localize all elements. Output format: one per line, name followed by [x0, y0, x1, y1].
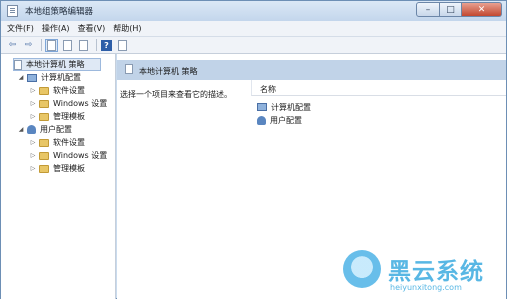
back-button[interactable]: ⇦: [6, 39, 19, 52]
toolbar-separator: [96, 39, 97, 51]
folder-icon: [39, 112, 49, 121]
expand-arrow-icon[interactable]: ▷: [29, 139, 37, 146]
tree-item-label: 计算机配置: [41, 73, 81, 82]
user-icon: [27, 125, 36, 134]
maximize-icon: □: [446, 4, 455, 15]
list-item-user-config[interactable]: 用户配置: [257, 114, 302, 126]
properties-button[interactable]: [61, 39, 74, 52]
collapse-arrow-icon[interactable]: ◢: [17, 126, 25, 133]
menu-action[interactable]: 操作(A): [42, 23, 70, 34]
toolbar-separator: [41, 39, 42, 51]
filter-icon: [118, 39, 127, 51]
maximize-button[interactable]: □: [440, 2, 462, 17]
description-text: 选择一个项目来查看它的描述。: [120, 90, 232, 99]
tree-item-admin-templates[interactable]: ▷ 管理模板: [29, 110, 85, 123]
properties-icon: [63, 39, 72, 51]
tree-item-local-policy[interactable]: 本地计算机 策略: [13, 58, 101, 71]
help-icon: ?: [101, 39, 112, 51]
console-tree: 本地计算机 策略 ◢ 计算机配置 ▷ 软件设置 ▷ Windows 设置 ▷ 管…: [1, 54, 116, 299]
window-title: 本地组策略编辑器: [25, 7, 94, 17]
toolbar: ⇦ ⇨ ?: [1, 37, 506, 54]
list-column-header: 名称: [251, 80, 506, 96]
close-icon: ✕: [477, 4, 486, 15]
details-title: 本地计算机 策略: [139, 67, 198, 76]
watermark-url: heiyunxitong.com: [390, 283, 462, 292]
user-icon: [257, 115, 266, 125]
tree-item-label: Windows 设置: [53, 151, 108, 160]
show-hide-tree-button[interactable]: [45, 38, 58, 52]
menu-help[interactable]: 帮助(H): [113, 23, 141, 34]
menu-bar: 文件(F) 操作(A) 查看(V) 帮助(H): [1, 21, 506, 37]
folder-icon: [39, 164, 49, 173]
collapse-arrow-icon[interactable]: ◢: [17, 74, 25, 81]
tree-item-label: 软件设置: [53, 138, 85, 147]
folder-icon: [39, 151, 49, 160]
watermark-text: 黑云系统: [388, 259, 484, 285]
computer-icon: [257, 103, 267, 111]
folder-icon: [39, 138, 49, 147]
help-button[interactable]: ?: [100, 39, 113, 52]
tree-item-label: 本地计算机 策略: [26, 60, 85, 69]
tree-item-label: 软件设置: [53, 86, 85, 95]
tree-item-label: Windows 设置: [53, 99, 108, 108]
tree-item-user-software-settings[interactable]: ▷ 软件设置: [29, 136, 85, 149]
minimize-icon: –: [425, 4, 431, 15]
show-hide-tree-icon: [47, 39, 56, 51]
menu-view[interactable]: 查看(V): [78, 23, 106, 34]
expand-arrow-icon[interactable]: ▷: [29, 100, 37, 107]
computer-icon: [27, 73, 37, 82]
window-controls: – □ ✕: [416, 2, 502, 17]
tree-item-user-config[interactable]: ◢ 用户配置: [17, 123, 72, 136]
policy-editor-icon: [7, 5, 18, 17]
list-item-label: 用户配置: [270, 115, 302, 125]
tree-item-user-windows-settings[interactable]: ▷ Windows 设置: [29, 149, 108, 162]
tree-item-user-admin-templates[interactable]: ▷ 管理模板: [29, 162, 85, 175]
expand-arrow-icon[interactable]: ▷: [29, 87, 37, 94]
menu-file[interactable]: 文件(F): [7, 23, 34, 34]
tree-item-computer-config[interactable]: ◢ 计算机配置: [17, 71, 81, 84]
column-name-header[interactable]: 名称: [260, 84, 276, 95]
expand-arrow-icon[interactable]: ▷: [29, 165, 37, 172]
tree-item-label: 管理模板: [53, 112, 85, 121]
export-list-button[interactable]: [77, 39, 90, 52]
title-bar[interactable]: 本地组策略编辑器 – □ ✕: [1, 1, 506, 21]
forward-button[interactable]: ⇨: [22, 39, 35, 52]
policy-doc-icon: [125, 64, 133, 74]
tree-item-label: 用户配置: [40, 125, 72, 134]
tree-item-label: 管理模板: [53, 164, 85, 173]
filter-button[interactable]: [116, 39, 129, 52]
expand-arrow-icon[interactable]: ▷: [29, 152, 37, 159]
watermark-logo: [343, 250, 381, 288]
list-item-computer-config[interactable]: 计算机配置: [257, 101, 311, 113]
details-header: 本地计算机 策略: [117, 60, 506, 80]
minimize-button[interactable]: –: [416, 2, 440, 17]
tree-item-software-settings[interactable]: ▷ 软件设置: [29, 84, 85, 97]
folder-icon: [39, 86, 49, 95]
policy-doc-icon: [14, 59, 22, 70]
expand-arrow-icon[interactable]: ▷: [29, 113, 37, 120]
folder-icon: [39, 99, 49, 108]
tree-item-windows-settings[interactable]: ▷ Windows 设置: [29, 97, 108, 110]
close-button[interactable]: ✕: [462, 2, 502, 17]
export-list-icon: [79, 39, 88, 51]
list-item-label: 计算机配置: [271, 102, 311, 112]
back-arrow-icon: ⇦: [8, 40, 17, 50]
forward-arrow-icon: ⇨: [24, 40, 33, 50]
